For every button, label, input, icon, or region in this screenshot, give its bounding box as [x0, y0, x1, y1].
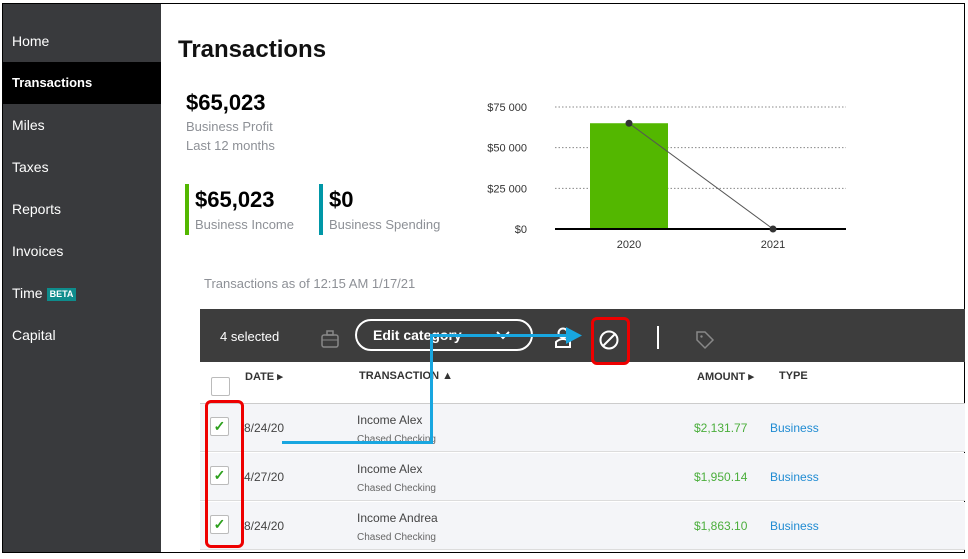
sidebar-item-reports[interactable]: Reports	[3, 188, 161, 230]
row-type-link[interactable]: Business	[770, 470, 819, 484]
spending-bar-indicator	[319, 184, 323, 235]
sidebar-item-miles[interactable]: Miles	[3, 104, 161, 146]
annotation-arrow	[430, 334, 570, 337]
bulk-action-toolbar: 4 selected Edit category	[200, 309, 965, 362]
sidebar-item-label: Taxes	[12, 159, 49, 175]
sidebar-item-time[interactable]: Time BETA	[3, 272, 161, 314]
row-date: 8/24/20	[244, 421, 285, 435]
income-bar-indicator	[185, 184, 189, 235]
arrow-head-icon	[566, 327, 582, 344]
column-header-type[interactable]: TYPE	[779, 370, 808, 382]
y-tick-label: $25 000	[487, 183, 527, 195]
tag-icon[interactable]	[694, 329, 716, 351]
highlight-checkboxes	[205, 400, 244, 548]
sidebar-item-home[interactable]: Home	[3, 20, 161, 62]
profit-chart: $0 $25 000 $50 000 $75 000 2020 2021	[487, 102, 846, 251]
select-all-checkbox[interactable]	[211, 377, 230, 396]
line-point-2021	[769, 225, 777, 233]
row-amount: $1,950.14	[694, 470, 748, 484]
sidebar-item-label: Reports	[12, 201, 62, 217]
toolbar-divider	[657, 326, 659, 349]
sidebar: Home Transactions Miles Taxes Reports In…	[3, 4, 161, 552]
annotation-arrow	[430, 334, 433, 444]
table-row[interactable]: ✓ 8/24/20 Income Andrea Chased Checking …	[200, 502, 965, 550]
beta-badge: BETA	[46, 288, 77, 301]
annotation-arrow	[282, 441, 433, 444]
y-tick-label: $0	[515, 224, 527, 236]
profit-label: Business Profit	[186, 119, 273, 134]
column-header-date[interactable]: DATE ▸	[245, 370, 283, 383]
sidebar-item-capital[interactable]: Capital	[3, 314, 161, 356]
sidebar-item-label: Capital	[12, 327, 56, 343]
x-tick-label: 2021	[761, 239, 785, 251]
income-label: Business Income	[195, 217, 294, 232]
sidebar-item-invoices[interactable]: Invoices	[3, 230, 161, 272]
row-account: Chased Checking	[357, 532, 436, 543]
line-point-2020	[625, 119, 633, 127]
as-of-timestamp: Transactions as of 12:15 AM 1/17/21	[204, 276, 416, 291]
income-value: $65,023	[195, 187, 275, 212]
y-tick-label: $50 000	[487, 143, 527, 155]
column-header-transaction[interactable]: TRANSACTION ▲	[359, 370, 453, 382]
sidebar-item-label: Invoices	[12, 243, 64, 259]
y-tick-label: $75 000	[487, 102, 527, 114]
page-title: Transactions	[178, 36, 327, 63]
row-type-link[interactable]: Business	[770, 421, 819, 435]
row-transaction: Income Andrea	[357, 511, 438, 525]
sidebar-item-label: Home	[12, 33, 50, 49]
sidebar-item-label: Miles	[12, 117, 45, 133]
spending-label: Business Spending	[329, 217, 441, 232]
row-transaction: Income Alex	[357, 413, 423, 427]
profit-value: $65,023	[186, 90, 266, 115]
briefcase-icon[interactable]	[320, 329, 340, 349]
table-row[interactable]: ✓ 4/27/20 Income Alex Chased Checking $1…	[200, 453, 965, 501]
row-amount: $1,863.10	[694, 519, 748, 533]
bar-2020	[590, 123, 668, 229]
row-date: 8/24/20	[244, 519, 285, 533]
highlight-exclude-button	[591, 317, 630, 365]
selected-count: 4 selected	[220, 329, 280, 344]
row-type-link[interactable]: Business	[770, 519, 819, 533]
x-tick-label: 2020	[617, 239, 641, 251]
row-transaction: Income Alex	[357, 462, 423, 476]
column-header-amount[interactable]: AMOUNT ▸	[697, 370, 754, 383]
sidebar-item-label: Time	[12, 285, 43, 301]
sidebar-item-transactions[interactable]: Transactions	[3, 62, 161, 104]
table-row[interactable]: ✓ 8/24/20 Income Alex Chased Checking $2…	[200, 404, 965, 452]
row-amount: $2,131.77	[694, 421, 748, 435]
period-label: Last 12 months	[186, 138, 275, 153]
row-account: Chased Checking	[357, 483, 436, 494]
sidebar-item-label: Transactions	[12, 75, 93, 90]
row-date: 4/27/20	[244, 470, 285, 484]
spending-value: $0	[329, 187, 354, 212]
sidebar-item-taxes[interactable]: Taxes	[3, 146, 161, 188]
